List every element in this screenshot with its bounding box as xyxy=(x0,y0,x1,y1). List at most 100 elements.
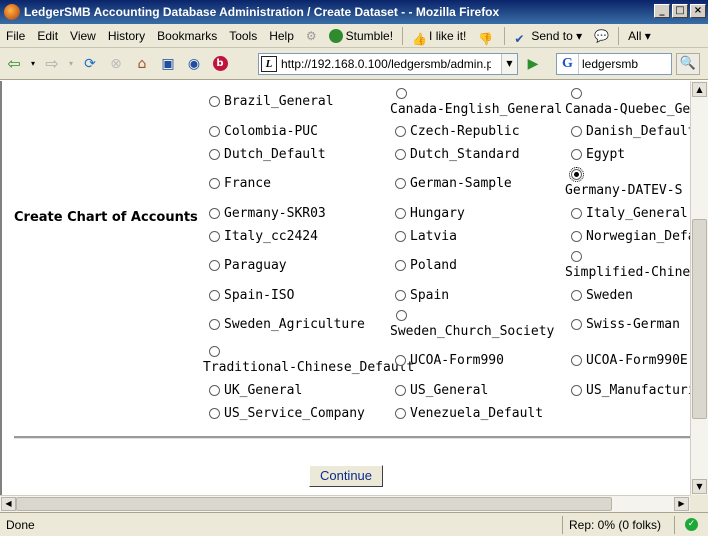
search-bar[interactable]: G xyxy=(556,53,672,75)
maximize-button[interactable]: □ xyxy=(672,4,688,18)
coa-option[interactable]: Swiss-German xyxy=(571,317,680,332)
bookmark-page-icon[interactable]: ▣ xyxy=(156,53,180,75)
coa-radio[interactable] xyxy=(395,178,406,189)
comment-icon[interactable]: 💬 xyxy=(588,26,615,46)
url-dropdown-icon[interactable]: ▼ xyxy=(501,54,517,74)
coa-radio-checked[interactable] xyxy=(569,167,584,182)
coa-option[interactable]: Sweden xyxy=(571,288,633,303)
coa-option[interactable]: Italy_cc2424 xyxy=(209,229,318,244)
stop-icon[interactable]: ⊗ xyxy=(104,53,128,75)
menu-view[interactable]: View xyxy=(64,26,102,46)
scroll-up-icon[interactable]: ▲ xyxy=(692,82,707,97)
horizontal-scrollbar[interactable]: ◀ ▶ xyxy=(0,495,690,512)
coa-radio[interactable] xyxy=(209,319,220,330)
coa-radio[interactable] xyxy=(571,355,582,366)
coa-radio[interactable] xyxy=(209,208,220,219)
coa-radio[interactable] xyxy=(209,346,220,357)
continue-button[interactable]: Continue xyxy=(309,465,383,487)
coa-radio[interactable] xyxy=(395,408,406,419)
ilike-button[interactable]: 👍 I like it! xyxy=(406,26,472,46)
back-arrow-icon[interactable]: ⇦ xyxy=(2,53,26,75)
coa-radio[interactable] xyxy=(395,208,406,219)
coa-option[interactable]: Simplified-Chinese_ xyxy=(565,251,690,280)
coa-option[interactable]: Paraguay xyxy=(209,258,287,273)
coa-option[interactable]: Dutch_Default xyxy=(209,147,326,162)
coa-option[interactable]: Spain-ISO xyxy=(209,288,294,303)
coa-radio[interactable] xyxy=(571,385,582,396)
coa-option[interactable]: Dutch_Standard xyxy=(395,147,520,162)
extension-b-icon[interactable]: b xyxy=(208,53,232,75)
security-check-icon[interactable]: ✓ xyxy=(674,515,708,534)
coa-option[interactable]: US_Manufacturi xyxy=(571,383,690,398)
coa-option[interactable]: UK_General xyxy=(209,383,302,398)
extension-eye-icon[interactable]: ◉ xyxy=(182,53,206,75)
search-input[interactable] xyxy=(579,57,667,71)
coa-radio[interactable] xyxy=(571,319,582,330)
reputation-status[interactable]: Rep: 0% (0 folks) xyxy=(562,515,674,534)
coa-radio[interactable] xyxy=(571,149,582,160)
coa-radio[interactable] xyxy=(395,355,406,366)
coa-radio[interactable] xyxy=(395,126,406,137)
coa-option-selected[interactable]: Germany-DATEV-S xyxy=(565,167,682,198)
coa-radio[interactable] xyxy=(396,310,407,321)
coa-option[interactable]: US_Service_Company xyxy=(209,406,365,421)
coa-option[interactable]: Brazil_General xyxy=(209,94,334,109)
coa-option[interactable]: Sweden_Church_Society xyxy=(390,310,554,339)
coa-option[interactable]: Canada-English_General xyxy=(390,88,562,117)
coa-option[interactable]: Hungary xyxy=(395,206,465,221)
coa-option[interactable]: Sweden_Agriculture xyxy=(209,317,365,332)
sendto-button[interactable]: ✔ Send to ▾ xyxy=(508,26,588,46)
coa-option[interactable]: UCOA-Form990E xyxy=(571,353,688,368)
coa-radio[interactable] xyxy=(209,290,220,301)
coa-option[interactable]: Canada-Quebec_Ge xyxy=(565,88,690,117)
coa-radio[interactable] xyxy=(209,126,220,137)
forward-arrow-icon[interactable]: ⇨ xyxy=(40,53,64,75)
coa-radio[interactable] xyxy=(209,149,220,160)
coa-option[interactable]: Danish_Default xyxy=(571,124,690,139)
menu-help[interactable]: Help xyxy=(263,26,300,46)
coa-radio[interactable] xyxy=(571,290,582,301)
search-engine-icon[interactable]: G xyxy=(557,54,579,74)
close-button[interactable]: × xyxy=(690,4,706,18)
minimize-button[interactable]: _ xyxy=(654,4,670,18)
coa-radio[interactable] xyxy=(395,231,406,242)
coa-option[interactable]: US_General xyxy=(395,383,488,398)
coa-option[interactable]: Venezuela_Default xyxy=(395,406,543,421)
menu-tools[interactable]: Tools xyxy=(223,26,263,46)
coa-radio[interactable] xyxy=(571,208,582,219)
menu-bookmarks[interactable]: Bookmarks xyxy=(151,26,223,46)
scroll-right-icon[interactable]: ▶ xyxy=(674,497,689,511)
reload-icon[interactable]: ⟳ xyxy=(78,53,102,75)
coa-option[interactable]: Italy_General xyxy=(571,206,688,221)
coa-radio[interactable] xyxy=(209,178,220,189)
coa-radio[interactable] xyxy=(395,290,406,301)
coa-radio[interactable] xyxy=(571,251,582,262)
url-input[interactable] xyxy=(281,57,491,71)
coa-option[interactable]: Latvia xyxy=(395,229,457,244)
coa-option[interactable]: Poland xyxy=(395,258,457,273)
coa-option[interactable]: Colombia-PUC xyxy=(209,124,318,139)
coa-option[interactable]: Traditional-Chinese_Default xyxy=(203,346,414,375)
scroll-left-icon[interactable]: ◀ xyxy=(1,497,16,511)
coa-option[interactable]: Egypt xyxy=(571,147,625,162)
coa-radio[interactable] xyxy=(209,385,220,396)
thumbs-down-button[interactable]: 👎 xyxy=(472,26,501,46)
coa-radio[interactable] xyxy=(571,126,582,137)
coa-radio[interactable] xyxy=(395,149,406,160)
stumble-button[interactable]: Stumble! xyxy=(323,26,399,46)
coa-option[interactable]: Norwegian_Defa xyxy=(571,229,690,244)
coa-radio[interactable] xyxy=(395,260,406,271)
coa-radio[interactable] xyxy=(395,385,406,396)
coa-radio[interactable] xyxy=(209,96,220,107)
back-dropdown-icon[interactable]: ▾ xyxy=(28,53,38,75)
vertical-scroll-thumb[interactable] xyxy=(692,219,707,419)
menu-edit[interactable]: Edit xyxy=(31,26,64,46)
coa-option[interactable]: France xyxy=(209,176,271,191)
menu-history[interactable]: History xyxy=(102,26,151,46)
coa-radio[interactable] xyxy=(209,231,220,242)
gear-icon[interactable]: ⚙ xyxy=(300,26,323,46)
scroll-down-icon[interactable]: ▼ xyxy=(692,479,707,494)
coa-option[interactable]: UCOA-Form990 xyxy=(395,353,504,368)
horizontal-scroll-thumb[interactable] xyxy=(16,497,612,511)
coa-option[interactable]: German-Sample xyxy=(395,176,512,191)
